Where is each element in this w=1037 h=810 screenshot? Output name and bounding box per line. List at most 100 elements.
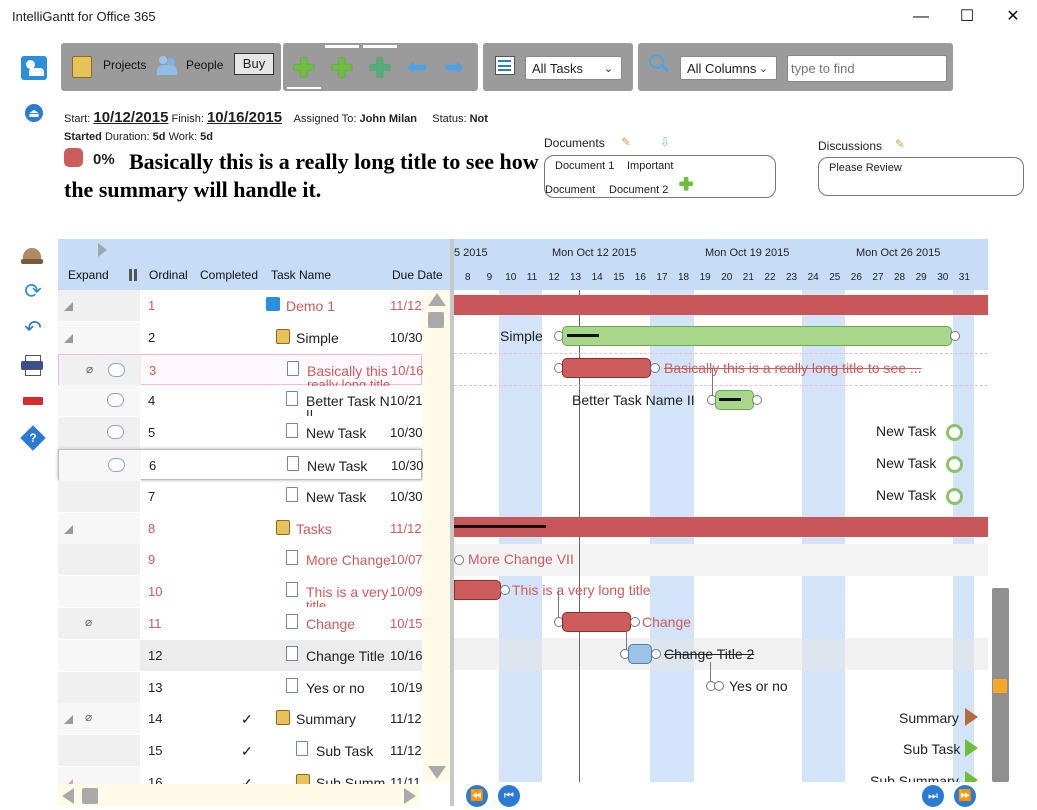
task-bar[interactable] [562, 326, 952, 346]
gantt-chart[interactable]: Simple Basically this is a really long t… [454, 290, 988, 782]
expand-cell[interactable] [58, 385, 140, 417]
scroll-left-icon[interactable] [62, 788, 74, 804]
due-date-cell[interactable]: 10/16 [391, 363, 423, 378]
add-task-icon[interactable]: ✚ [293, 55, 315, 81]
resources-icon[interactable] [20, 246, 46, 268]
attachment-icon[interactable]: ⌀ [86, 362, 93, 376]
expand-cell[interactable] [58, 671, 140, 703]
summary-bar[interactable] [454, 295, 988, 315]
task-title[interactable]: Basically this is a really long title to… [64, 148, 540, 204]
table-row[interactable]: 9 More Change 10/07 [58, 544, 422, 576]
h-scroll-thumb[interactable] [82, 788, 98, 804]
search-input[interactable] [787, 55, 947, 82]
indent-icon[interactable]: ➡ [444, 55, 464, 81]
due-date-cell[interactable]: 10/30 [390, 489, 422, 504]
column-header-task-name[interactable]: Task Name [271, 268, 331, 282]
comment-icon[interactable] [108, 362, 125, 377]
comment-icon[interactable] [107, 393, 124, 408]
print-icon[interactable] [20, 354, 46, 376]
expand-cell[interactable] [58, 735, 140, 767]
maximize-button[interactable]: ☐ [944, 4, 990, 30]
document-link[interactable]: Document [545, 184, 595, 196]
status-value[interactable]: Not [470, 113, 488, 125]
projects-icon[interactable] [72, 56, 92, 78]
upload-icon[interactable]: ⇩ [660, 135, 672, 149]
column-splitter-icon[interactable] [129, 269, 132, 281]
link-node[interactable] [651, 649, 661, 659]
task-name-cell[interactable]: This is a very [306, 584, 390, 600]
task-bar[interactable] [562, 612, 631, 632]
close-button[interactable]: ✕ [990, 4, 1036, 30]
attachment-icon[interactable]: ⌀ [85, 710, 92, 724]
task-name-cell[interactable]: Summary [296, 711, 390, 727]
table-row[interactable]: ⌀ 14 ✓ Summary 11/12 [58, 703, 422, 735]
collapse-row-icon[interactable] [64, 333, 73, 343]
minimize-button[interactable]: — [898, 4, 944, 30]
milestone-marker-icon[interactable] [965, 739, 978, 757]
due-date-cell[interactable]: 10/30 [390, 330, 422, 345]
task-name-cell[interactable]: Yes or no [306, 680, 390, 696]
completed-cell[interactable]: ✓ [241, 711, 253, 728]
link-node[interactable] [650, 363, 660, 373]
due-date-cell[interactable]: 11/12 [390, 521, 422, 536]
column-header-expand[interactable]: Expand [68, 268, 109, 282]
document-link[interactable]: Document 1 [555, 160, 614, 172]
scroll-first-icon[interactable]: ⏪ [466, 785, 488, 807]
table-row[interactable]: ⌀ 3 Basically this really long title 10/16 [58, 353, 423, 386]
column-header-ordinal[interactable]: Ordinal [149, 268, 188, 282]
table-row[interactable]: 2 Simple 10/30 [58, 321, 422, 353]
scroll-up-icon[interactable] [428, 293, 446, 306]
task-name-cell[interactable]: New Task [306, 489, 390, 505]
collapse-row-icon[interactable] [64, 715, 73, 725]
add-document-icon[interactable]: ✚ [679, 176, 693, 193]
task-bar[interactable] [562, 358, 651, 378]
comment-icon[interactable] [108, 458, 125, 472]
milestone-icon[interactable] [946, 488, 963, 505]
view-icon[interactable] [495, 56, 515, 75]
discussion-box[interactable]: Please Review [818, 157, 1024, 196]
table-row[interactable]: 5 New Task 10/30 [58, 417, 422, 449]
table-row[interactable]: ⌀ 11 Change 10/15 [58, 608, 422, 639]
edit-icon[interactable]: ✎ [621, 135, 633, 149]
scroll-down-icon[interactable] [428, 766, 446, 779]
due-date-cell[interactable]: 10/07 [390, 552, 422, 567]
expand-cell[interactable] [58, 544, 140, 576]
expand-all-icon[interactable] [98, 243, 107, 257]
table-row[interactable]: 7 New Task 10/30 [58, 480, 422, 512]
task-name-cell[interactable]: New Task [306, 425, 390, 441]
scroll-thumb[interactable] [428, 312, 444, 328]
completed-cell[interactable]: ✓ [241, 743, 253, 760]
task-name-cell[interactable]: Change Title [306, 648, 390, 664]
app-icon[interactable] [21, 56, 47, 80]
column-header-completed[interactable]: Completed [200, 268, 258, 282]
expand-cell[interactable] [58, 639, 140, 671]
column-header-due-date[interactable]: Due Date [392, 268, 443, 282]
summary-marker-icon[interactable] [965, 708, 978, 726]
refresh-icon[interactable]: ⟳ [20, 281, 46, 303]
collapse-icon[interactable]: ⏏ [25, 104, 43, 122]
column-filter-dropdown[interactable]: All Columns ⌄ [680, 56, 777, 80]
due-date-cell[interactable]: 10/15 [390, 616, 422, 631]
scroll-back-icon[interactable]: ⏮ [498, 785, 520, 807]
milestone-marker-icon[interactable] [965, 771, 978, 782]
link-node[interactable] [950, 331, 960, 341]
scroll-right-icon[interactable] [404, 788, 416, 804]
link-node[interactable] [714, 681, 724, 691]
expand-cell[interactable] [58, 480, 140, 512]
table-row[interactable]: 12 Change Title 10/16 [58, 639, 422, 671]
link-node[interactable] [752, 395, 762, 405]
task-bar[interactable] [454, 580, 501, 600]
edit-icon[interactable]: ✎ [895, 137, 907, 151]
due-date-cell[interactable]: 10/19 [390, 680, 422, 695]
expand-cell[interactable] [59, 354, 141, 386]
people-icon[interactable] [157, 55, 179, 77]
task-name-cell[interactable]: Simple [296, 330, 390, 346]
task-name-cell[interactable]: Change [306, 616, 390, 632]
link-node[interactable] [500, 585, 510, 595]
task-name-cell[interactable]: Basically this [307, 363, 391, 379]
scroll-last-icon[interactable]: ⏩ [954, 785, 976, 807]
expand-cell[interactable] [58, 417, 140, 449]
task-bar[interactable] [628, 644, 652, 664]
outdent-icon[interactable]: ⬅ [407, 55, 427, 81]
task-name-cell[interactable]: Tasks [296, 521, 390, 537]
